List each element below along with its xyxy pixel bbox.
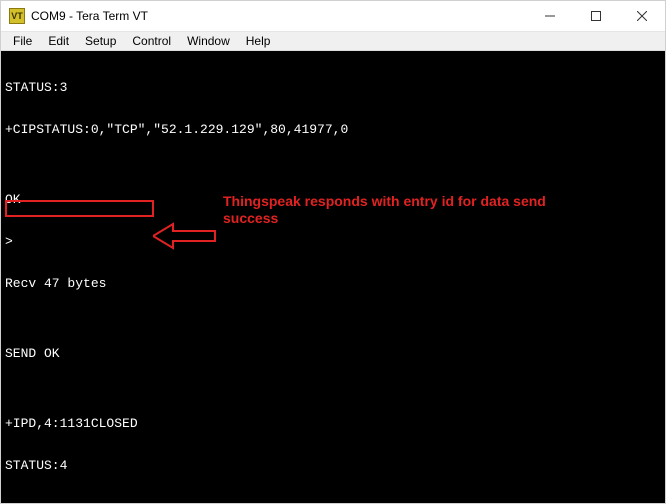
menu-edit[interactable]: Edit: [40, 32, 77, 50]
terminal-line: +CIPSTATUS:0,"TCP","52.1.229.129",80,419…: [5, 123, 661, 137]
terminal-line: Recv 47 bytes: [5, 277, 661, 291]
terminal-line: STATUS:4: [5, 459, 661, 473]
menu-window[interactable]: Window: [179, 32, 238, 50]
terminal-line: SEND OK: [5, 347, 661, 361]
menu-help[interactable]: Help: [238, 32, 279, 50]
app-window: VT COM9 - Tera Term VT File Edit Setup C…: [0, 0, 666, 504]
menu-bar: File Edit Setup Control Window Help: [1, 32, 665, 51]
close-icon: [637, 11, 647, 21]
title-bar: VT COM9 - Tera Term VT: [1, 1, 665, 32]
menu-file[interactable]: File: [5, 32, 40, 50]
window-title: COM9 - Tera Term VT: [31, 9, 148, 23]
maximize-icon: [591, 11, 601, 21]
app-icon: VT: [9, 8, 25, 24]
minimize-button[interactable]: [527, 1, 573, 31]
terminal-output[interactable]: STATUS:3 +CIPSTATUS:0,"TCP","52.1.229.12…: [1, 51, 665, 503]
terminal-line: STATUS:3: [5, 81, 661, 95]
close-button[interactable]: [619, 1, 665, 31]
menu-setup[interactable]: Setup: [77, 32, 124, 50]
menu-control[interactable]: Control: [124, 32, 179, 50]
terminal-line: OK: [5, 193, 661, 207]
maximize-button[interactable]: [573, 1, 619, 31]
terminal-line: >: [5, 235, 661, 249]
minimize-icon: [545, 11, 555, 21]
terminal-line: +IPD,4:1131CLOSED: [5, 417, 661, 431]
